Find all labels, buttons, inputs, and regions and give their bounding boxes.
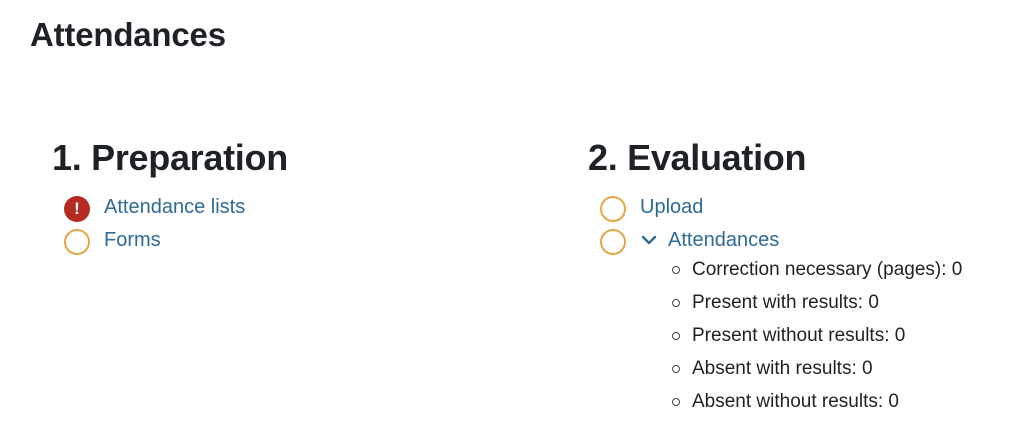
hollow-bullet-icon <box>672 298 680 307</box>
hollow-bullet-icon <box>672 265 680 274</box>
preparation-steps: ! Attendance lists Forms <box>52 196 288 262</box>
forms-link[interactable]: Forms <box>104 229 161 251</box>
step-attendances: Attendances Correction necessary (pages)… <box>600 229 962 418</box>
upload-link[interactable]: Upload <box>640 196 703 218</box>
evaluation-section: 2. Evaluation Upload Attendances Correct… <box>588 136 962 418</box>
detail-item: Present with results: 0 <box>672 286 962 319</box>
absent-without-results-text: Absent without results: 0 <box>692 390 899 412</box>
chevron-down-icon[interactable] <box>640 231 658 249</box>
detail-item: Absent without results: 0 <box>672 385 962 418</box>
detail-item: Present without results: 0 <box>672 319 962 352</box>
hollow-bullet-icon <box>672 331 680 340</box>
attendances-details: Correction necessary (pages): 0 Present … <box>640 253 962 418</box>
evaluation-steps: Upload Attendances Correction necessary … <box>588 196 962 418</box>
absent-with-results-text: Absent with results: 0 <box>692 357 873 379</box>
hollow-bullet-icon <box>672 397 680 406</box>
todo-circle-icon <box>64 229 90 255</box>
preparation-title: 1. Preparation <box>52 137 288 178</box>
page-title: Attendances <box>30 16 226 53</box>
evaluation-title: 2. Evaluation <box>588 137 807 178</box>
attendances-page: Attendances 1. Preparation ! Attendance … <box>0 0 1024 438</box>
present-without-results-text: Present without results: 0 <box>692 324 906 346</box>
detail-item: Absent with results: 0 <box>672 352 962 385</box>
todo-circle-icon <box>600 229 626 255</box>
todo-circle-icon <box>600 196 626 222</box>
present-with-results-text: Present with results: 0 <box>692 291 879 313</box>
preparation-section: 1. Preparation ! Attendance lists Forms <box>52 136 288 262</box>
attendances-link[interactable]: Attendances <box>668 229 779 251</box>
attendance-lists-link[interactable]: Attendance lists <box>104 196 245 218</box>
step-forms: Forms <box>64 229 288 262</box>
step-attendance-lists: ! Attendance lists <box>64 196 288 229</box>
attendances-group: Attendances Correction necessary (pages)… <box>640 229 962 418</box>
attendances-header: Attendances <box>640 229 962 251</box>
correction-necessary-text: Correction necessary (pages): 0 <box>692 258 963 280</box>
step-upload: Upload <box>600 196 962 229</box>
detail-item: Correction necessary (pages): 0 <box>672 253 962 286</box>
hollow-bullet-icon <box>672 364 680 373</box>
warning-icon: ! <box>64 196 90 222</box>
